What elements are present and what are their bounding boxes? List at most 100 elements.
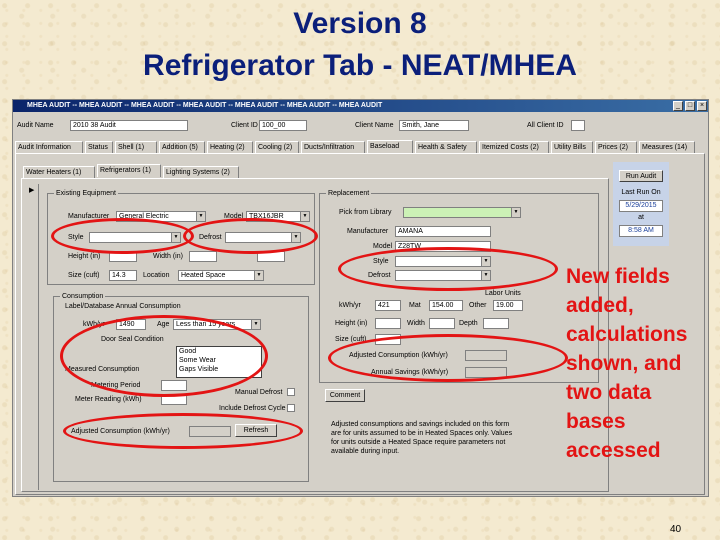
tab-cooling[interactable]: Cooling (2) xyxy=(255,141,299,153)
door-seal-option-good[interactable]: Good xyxy=(177,347,261,356)
consumption-age-value: Less than 15 years xyxy=(176,321,236,328)
tab-status[interactable]: Status xyxy=(85,141,113,153)
slide-title-line1: Version 8 xyxy=(293,7,427,40)
chevron-down-icon: ▼ xyxy=(481,271,490,280)
chevron-down-icon: ▼ xyxy=(291,233,300,242)
tab-itemized-costs[interactable]: Itemized Costs (2) xyxy=(479,141,549,153)
defrost-cycle-checkbox[interactable] xyxy=(287,404,295,412)
replacement-width-label: Width xyxy=(407,320,425,327)
replacement-style-label: Style xyxy=(373,258,389,265)
existing-size-label: Size (cuft) xyxy=(68,272,100,279)
consumption-kwh-label: kWh/yr xyxy=(83,321,105,328)
replacement-height-field[interactable] xyxy=(375,318,401,329)
consumption-title: Consumption xyxy=(60,292,106,301)
replacement-model-label: Model xyxy=(373,243,393,250)
existing-manufacturer-select[interactable]: General Electric ▼ xyxy=(116,211,206,222)
tab-utility-bills[interactable]: Utility Bills xyxy=(551,141,593,153)
manual-defrost-checkbox[interactable] xyxy=(287,388,295,396)
tab-baseload[interactable]: Baseload xyxy=(367,140,413,153)
minimize-button[interactable]: _ xyxy=(673,101,683,111)
replacement-model-field[interactable]: Z28TW xyxy=(395,241,491,252)
record-selector[interactable]: ▶ xyxy=(25,184,39,490)
existing-height-field[interactable] xyxy=(109,251,137,262)
chevron-down-icon: ▼ xyxy=(300,212,309,221)
client-name-field[interactable]: Smith, Jane xyxy=(399,120,469,131)
last-run-at-label: at xyxy=(638,214,644,221)
window-title: MHEA AUDIT -- MHEA AUDIT -- MHEA AUDIT -… xyxy=(27,102,383,109)
consumption-kwh-field[interactable]: 1490 xyxy=(116,319,146,330)
existing-manufacturer-value: General Electric xyxy=(119,213,169,220)
consumption-age-select[interactable]: Less than 15 years ▼ xyxy=(173,319,261,330)
replacement-depth-field[interactable] xyxy=(483,318,509,329)
page-number: 40 xyxy=(670,524,682,535)
subtab-water-heaters[interactable]: Water Heaters (1) xyxy=(23,166,95,178)
client-id-label: Client ID xyxy=(231,122,258,129)
existing-equipment-title: Existing Equipment xyxy=(54,189,118,198)
door-seal-list[interactable]: Good Some Wear Gaps Visible xyxy=(176,346,262,378)
tab-heating[interactable]: Heating (2) xyxy=(207,141,253,153)
door-seal-label: Door Seal Condition xyxy=(101,336,164,343)
client-id-field[interactable]: 100_00 xyxy=(259,120,307,131)
tab-addition[interactable]: Addition (5) xyxy=(159,141,205,153)
existing-width-field[interactable] xyxy=(189,251,217,262)
replacement-adjusted-label: Adjusted Consumption (kWh/yr) xyxy=(349,352,448,359)
door-seal-option-gaps-visible[interactable]: Gaps Visible xyxy=(177,365,261,374)
all-client-label: All Client ID xyxy=(527,122,564,129)
replacement-other-field[interactable]: 19.00 xyxy=(493,300,523,311)
maximize-button[interactable]: □ xyxy=(685,101,695,111)
replacement-size-field[interactable] xyxy=(375,334,401,345)
tab-ducts-infiltration[interactable]: Ducts/Infiltration xyxy=(301,141,365,153)
replacement-height-label: Height (in) xyxy=(335,320,368,327)
meter-reading-field[interactable] xyxy=(161,394,187,405)
metering-period-field[interactable] xyxy=(161,380,187,391)
chevron-down-icon: ▼ xyxy=(251,320,260,329)
existing-location-select[interactable]: Heated Space ▼ xyxy=(178,270,264,281)
metering-period-label: Metering Period xyxy=(91,382,141,389)
replacement-kwh-field[interactable]: 421 xyxy=(375,300,401,311)
existing-defrost-label: Defrost xyxy=(199,234,222,241)
pick-library-select[interactable]: ▼ xyxy=(403,207,521,218)
replacement-manufacturer-label: Manufacturer xyxy=(347,228,389,235)
last-run-time: 8:58 AM xyxy=(619,225,663,237)
manual-defrost-label: Manual Defrost xyxy=(235,389,283,396)
tab-audit-information[interactable]: Audit Information xyxy=(15,141,83,153)
subtab-lighting-systems[interactable]: Lighting Systems (2) xyxy=(163,166,239,178)
tab-prices[interactable]: Prices (2) xyxy=(595,141,637,153)
audit-name-field[interactable]: 2010 38 Audit xyxy=(70,120,188,131)
adjusted-consumption-label: Adjusted Consumption (kWh/yr) xyxy=(71,428,170,435)
meter-reading-label: Meter Reading (kWh) xyxy=(75,396,142,403)
annual-savings-field xyxy=(465,367,507,378)
comment-button[interactable]: Comment xyxy=(325,389,365,402)
existing-defrost-select[interactable]: ▼ xyxy=(225,232,301,243)
adjusted-consumption-field xyxy=(189,426,231,437)
replacement-depth-label: Depth xyxy=(459,320,478,327)
all-client-field[interactable] xyxy=(571,120,585,131)
existing-style-select[interactable]: ▼ xyxy=(89,232,181,243)
record-pointer-icon: ▶ xyxy=(29,187,35,194)
window-titlebar: MHEA AUDIT -- MHEA AUDIT -- MHEA AUDIT -… xyxy=(13,100,708,112)
close-button[interactable]: × xyxy=(697,101,707,111)
existing-model-value: TBX16JBR xyxy=(249,213,284,220)
door-seal-option-some-wear[interactable]: Some Wear xyxy=(177,356,261,365)
existing-size-field[interactable]: 14.3 xyxy=(109,270,137,281)
replacement-defrost-select[interactable]: ▼ xyxy=(395,270,491,281)
client-name-label: Client Name xyxy=(355,122,394,129)
labor-units-label: Labor Units xyxy=(485,290,521,297)
tab-measures[interactable]: Measures (14) xyxy=(639,141,695,153)
tab-shell[interactable]: Shell (1) xyxy=(115,141,157,153)
label-db-consumption-title: Label/Database Annual Consumption xyxy=(65,303,181,310)
replacement-width-field[interactable] xyxy=(429,318,455,329)
subtab-refrigerators[interactable]: Refrigerators (1) xyxy=(97,164,161,177)
refresh-button[interactable]: Refresh xyxy=(235,424,277,437)
chevron-down-icon: ▼ xyxy=(481,257,490,266)
existing-depth-field[interactable] xyxy=(257,251,285,262)
existing-width-label: Width (in) xyxy=(153,253,183,260)
last-run-date: 5/29/2015 xyxy=(619,200,663,212)
replacement-mat-field[interactable]: 154.00 xyxy=(429,300,463,311)
replacement-manufacturer-field[interactable]: AMANA xyxy=(395,226,491,237)
defrost-cycle-label: Include Defrost Cycle xyxy=(219,405,286,412)
replacement-style-select[interactable]: ▼ xyxy=(395,256,491,267)
run-audit-button[interactable]: Run Audit xyxy=(619,170,663,182)
tab-health-safety[interactable]: Health & Safety xyxy=(415,141,477,153)
existing-model-select[interactable]: TBX16JBR ▼ xyxy=(246,211,310,222)
